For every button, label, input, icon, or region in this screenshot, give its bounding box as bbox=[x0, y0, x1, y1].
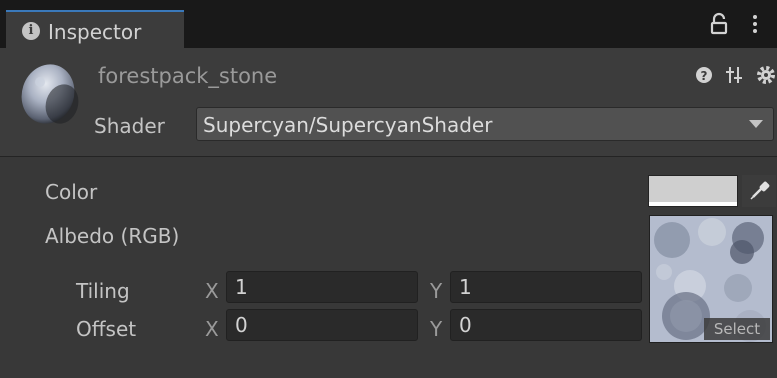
shader-dropdown[interactable]: Supercyan/SupercyanShader bbox=[196, 107, 774, 141]
inspector-window: i Inspector forestpack_stone ? Shader Su… bbox=[0, 0, 777, 378]
lock-icon[interactable] bbox=[708, 12, 730, 36]
offset-label: Offset bbox=[76, 317, 137, 341]
preset-settings-icon[interactable] bbox=[726, 67, 742, 83]
tiling-label: Tiling bbox=[76, 279, 130, 303]
tiling-y-axis-label: Y bbox=[430, 279, 443, 303]
albedo-texture-slot[interactable]: Select bbox=[649, 215, 773, 343]
chevron-down-icon bbox=[749, 120, 763, 128]
color-alpha-bar bbox=[649, 202, 737, 206]
shader-dropdown-value: Supercyan/SupercyanShader bbox=[203, 113, 493, 137]
gear-icon[interactable] bbox=[757, 66, 775, 84]
more-options-icon[interactable] bbox=[744, 12, 766, 36]
material-properties: Color Albedo (RGB) Select Tiling X 1 Y 1… bbox=[0, 157, 777, 378]
offset-x-axis-label: X bbox=[205, 317, 219, 341]
offset-y-field[interactable]: 0 bbox=[450, 309, 642, 341]
tiling-x-field[interactable]: 1 bbox=[226, 271, 418, 303]
material-header: forestpack_stone ? Shader Supercyan/Supe… bbox=[0, 48, 777, 157]
shader-label: Shader bbox=[94, 114, 165, 138]
svg-text:?: ? bbox=[701, 69, 708, 83]
help-icon[interactable]: ? bbox=[696, 67, 712, 83]
offset-y-axis-label: Y bbox=[430, 317, 443, 341]
tab-label: Inspector bbox=[48, 20, 142, 44]
tiling-x-axis-label: X bbox=[205, 279, 219, 303]
header-toolbar: ? bbox=[696, 66, 775, 84]
color-field[interactable] bbox=[648, 175, 738, 207]
albedo-label: Albedo (RGB) bbox=[45, 224, 180, 248]
offset-x-field[interactable]: 0 bbox=[226, 309, 418, 341]
material-preview-thumbnail bbox=[21, 64, 79, 124]
eyedropper-icon[interactable] bbox=[742, 175, 776, 207]
texture-select-button[interactable]: Select bbox=[704, 318, 770, 340]
asset-name: forestpack_stone bbox=[98, 64, 278, 88]
tab-bar: i Inspector bbox=[0, 0, 777, 48]
tiling-y-field[interactable]: 1 bbox=[450, 271, 642, 303]
color-label: Color bbox=[45, 180, 98, 204]
info-icon: i bbox=[22, 22, 40, 40]
tab-inspector[interactable]: i Inspector bbox=[6, 10, 184, 48]
